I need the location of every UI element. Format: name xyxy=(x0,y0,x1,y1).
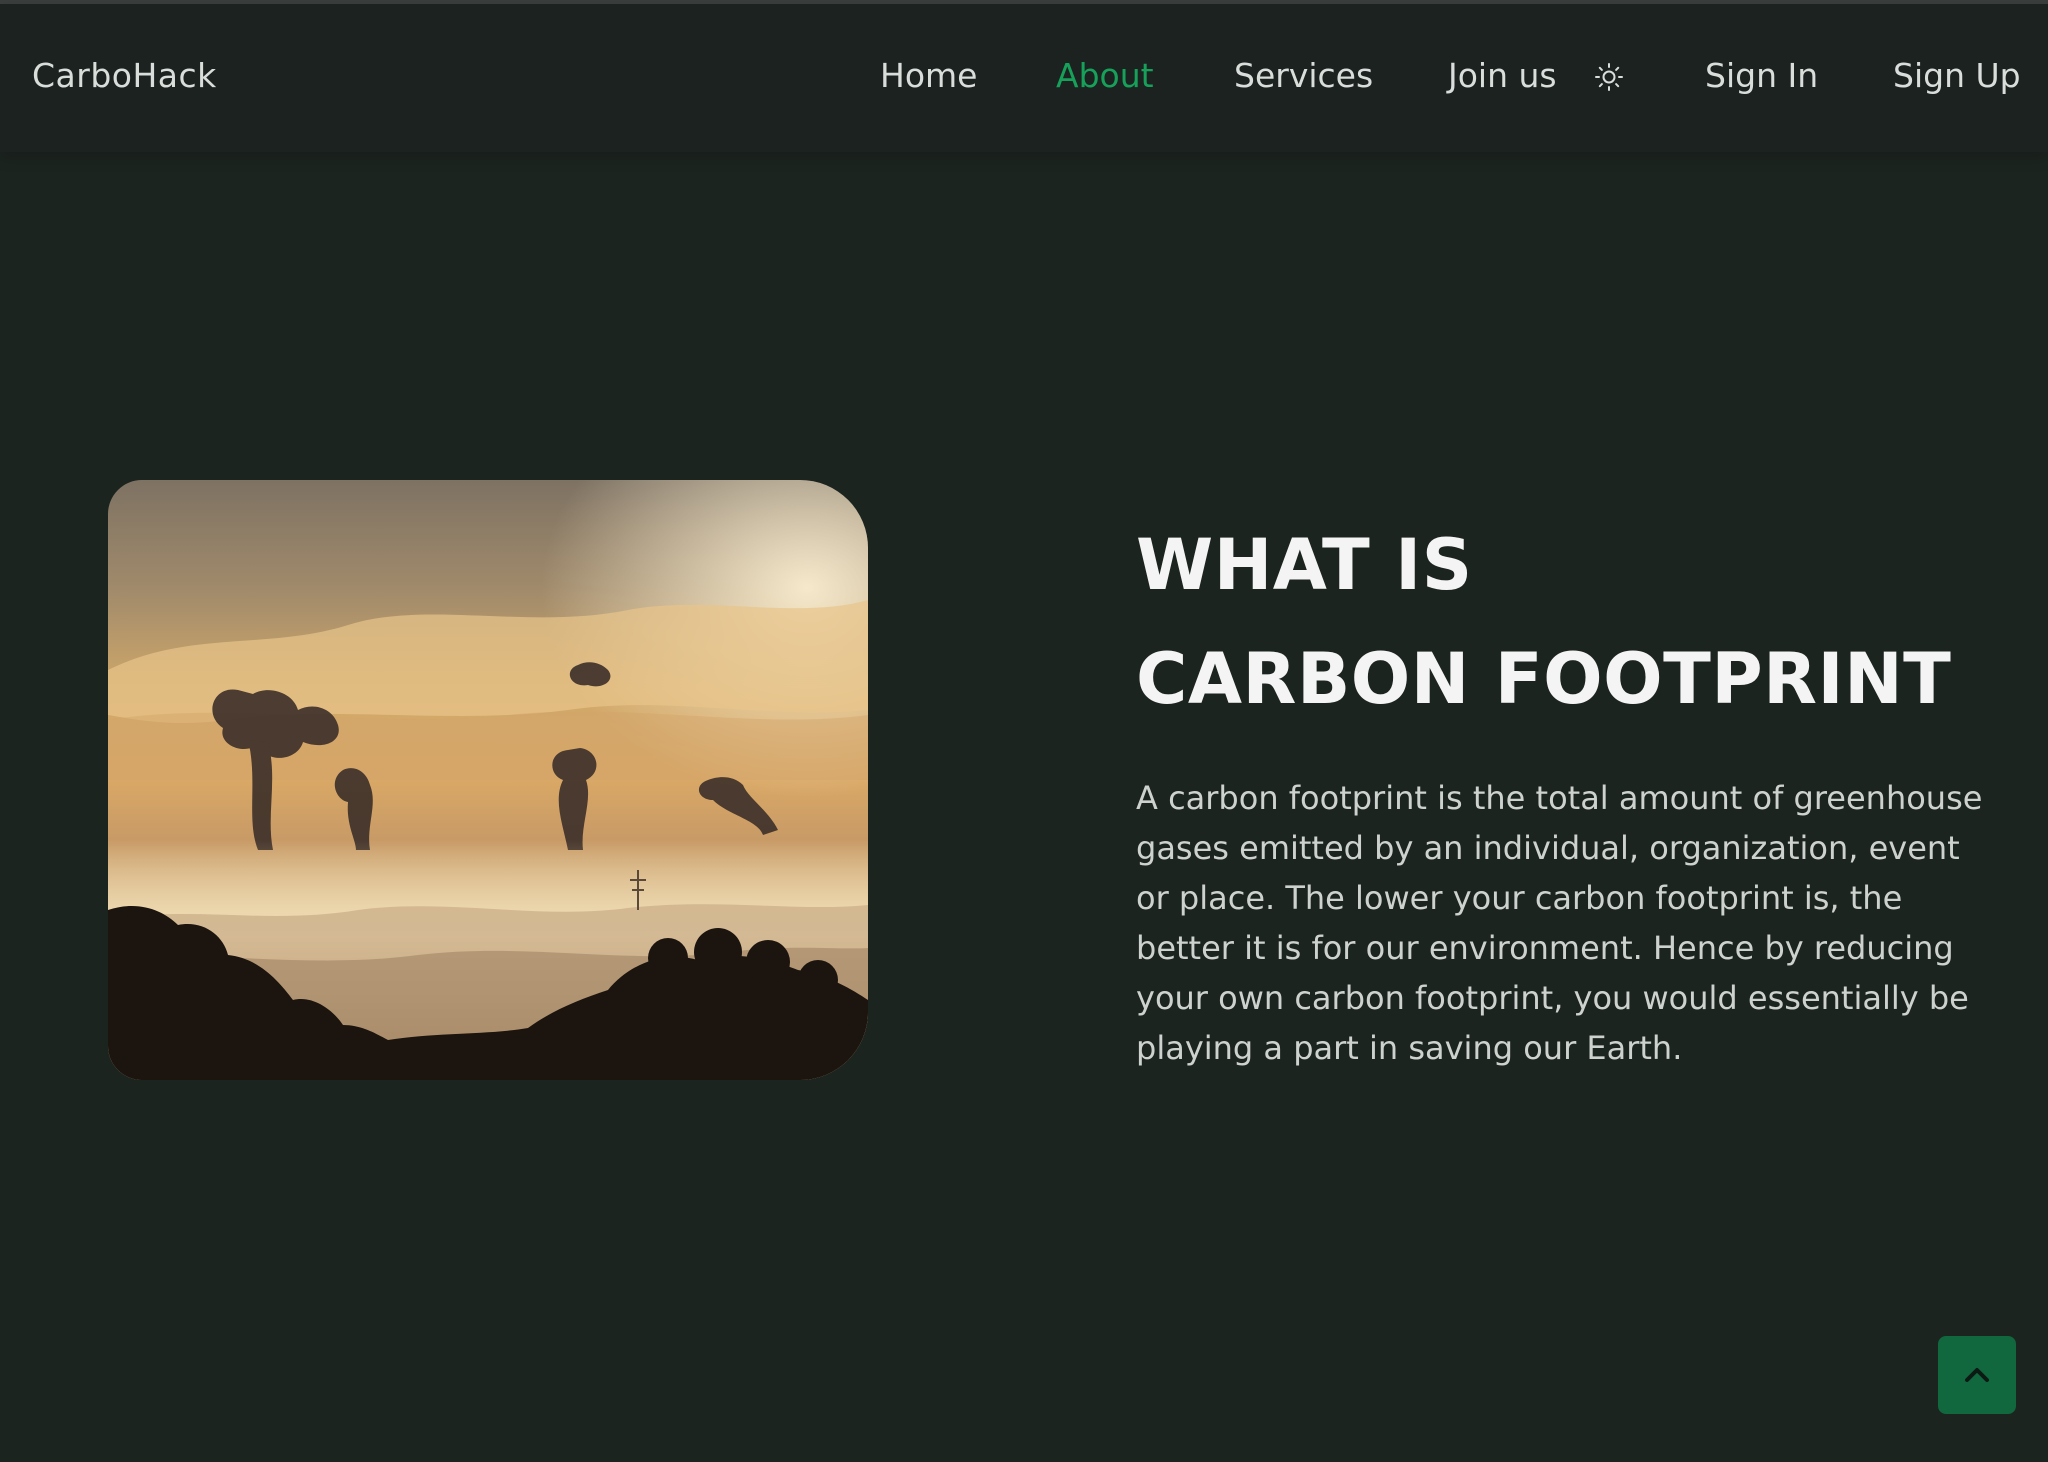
hero-image xyxy=(108,480,868,1080)
section-description: A carbon footprint is the total amount o… xyxy=(1136,779,1983,1067)
nav-home[interactable]: Home xyxy=(880,56,977,95)
nav-about[interactable]: About xyxy=(1056,56,1154,95)
chevron-up-icon xyxy=(1965,1368,1989,1382)
brand-logo[interactable]: CarboHack xyxy=(32,56,217,95)
navbar: CarboHack Home About Services Join us Si… xyxy=(0,4,2048,152)
nav-services[interactable]: Services xyxy=(1234,56,1373,95)
sign-up-link[interactable]: Sign Up xyxy=(1893,56,2021,95)
sun-icon[interactable] xyxy=(1594,62,1624,92)
scroll-to-top-button[interactable] xyxy=(1938,1336,2016,1414)
sign-in-link[interactable]: Sign In xyxy=(1705,56,1818,95)
heading-line-1: WHAT IS xyxy=(1136,524,1473,606)
heading-line-2: CARBON FOOTPRINT xyxy=(1136,638,1952,720)
nav-join-us[interactable]: Join us xyxy=(1448,56,1557,95)
section-heading: WHAT IS CARBON FOOTPRINT xyxy=(1136,508,1951,736)
